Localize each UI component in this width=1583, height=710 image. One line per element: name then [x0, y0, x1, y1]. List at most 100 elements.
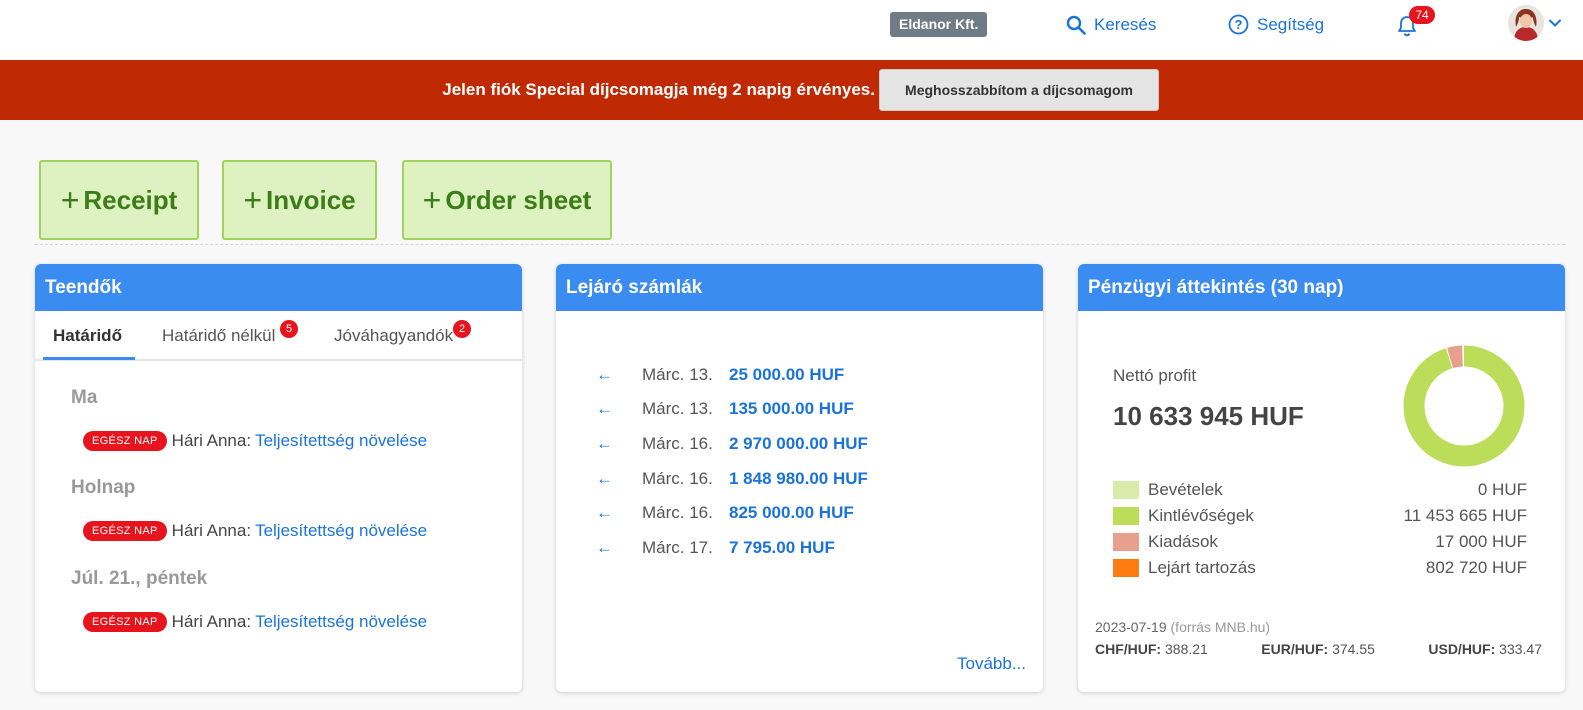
- tab-label: Határidő: [53, 326, 122, 345]
- todo-item: EGÉSZ NAP Hári Anna: Teljesítettség növe…: [83, 521, 427, 541]
- invoice-date: Márc. 17.: [642, 538, 713, 557]
- chevron-down-icon: [1549, 19, 1561, 27]
- rate-usd: USD/HUF: 333.47: [1428, 641, 1542, 657]
- finance-overview-card: Pénzügyi áttekintés (30 nap) Nettó profi…: [1078, 264, 1565, 692]
- invoice-row: ← Márc. 17. 7 795.00 HUF: [596, 536, 835, 560]
- section-divider: [35, 244, 1565, 245]
- notifications-button[interactable]: 74: [1395, 6, 1435, 40]
- legend-label: Lejárt tartozás: [1148, 558, 1256, 577]
- new-order-sheet-button[interactable]: + Order sheet: [402, 160, 612, 240]
- legend-label: Bevételek: [1148, 480, 1223, 499]
- net-profit-value: 10 633 945 HUF: [1113, 401, 1304, 431]
- extend-subscription-button[interactable]: Meghosszabbítom a díjcsomagom: [879, 69, 1159, 111]
- subscription-banner: Jelen fiók Special díjcsomagja még 2 nap…: [0, 60, 1583, 120]
- svg-text:?: ?: [1235, 17, 1243, 32]
- user-menu[interactable]: [1508, 5, 1563, 41]
- search-link[interactable]: Keresés: [1066, 12, 1156, 37]
- avatar: [1508, 5, 1544, 41]
- donut-receivables-segment: [1403, 345, 1525, 467]
- search-label: Keresés: [1094, 14, 1157, 34]
- invoice-row: ← Márc. 16. 1 848 980.00 HUF: [596, 467, 868, 491]
- legend-row-income: Bevételek 0 HUF: [1113, 480, 1527, 500]
- banner-text: Jelen fiók Special díjcsomagja még 2 nap…: [442, 80, 875, 99]
- rate-value: 388.21: [1165, 641, 1208, 657]
- help-link[interactable]: ? Segítség: [1228, 12, 1324, 37]
- exchange-rate-date: 2023-07-19 (forrás MNB.hu): [1095, 619, 1270, 635]
- rate-value: 333.47: [1499, 641, 1542, 657]
- search-icon: [1066, 15, 1086, 35]
- plus-icon: +: [243, 182, 263, 218]
- tab-deadline[interactable]: Határidő: [53, 326, 122, 346]
- new-order-sheet-label: Order sheet: [445, 184, 592, 215]
- rate-date-value: 2023-07-19: [1095, 619, 1167, 635]
- company-badge[interactable]: Eldanor Kft.: [890, 12, 988, 37]
- arrow-left-icon[interactable]: ←: [596, 538, 618, 558]
- new-invoice-button[interactable]: + Invoice: [222, 160, 377, 240]
- tab-count-badge: 2: [453, 320, 471, 338]
- more-invoices-link[interactable]: Tovább...: [957, 654, 1026, 674]
- day-heading: Júl. 21., péntek: [71, 568, 208, 589]
- legend-row-receivables: Kintlévőségek 11 453 665 HUF: [1113, 506, 1527, 526]
- invoice-amount[interactable]: 7 795.00 HUF: [729, 538, 835, 558]
- invoice-amount[interactable]: 25 000.00 HUF: [729, 365, 844, 385]
- legend-row-overdue: Lejárt tartozás 802 720 HUF: [1113, 558, 1527, 578]
- invoice-amount[interactable]: 2 970 000.00 HUF: [729, 434, 868, 454]
- arrow-left-icon[interactable]: ←: [596, 469, 618, 489]
- help-label: Segítség: [1257, 14, 1325, 34]
- active-tab-indicator: [43, 357, 135, 360]
- arrow-left-icon[interactable]: ←: [596, 503, 618, 523]
- legend-swatch: [1113, 507, 1139, 525]
- legend-value: 11 453 665 HUF: [1403, 506, 1527, 525]
- top-bar: Eldanor Kft. Keresés ? Segítség 74: [0, 0, 1583, 60]
- todo-task-link[interactable]: Teljesítettség növelése: [255, 521, 427, 541]
- rate-pair: CHF/HUF:: [1095, 641, 1162, 657]
- invoice-amount[interactable]: 135 000.00 HUF: [729, 399, 854, 419]
- day-heading: Ma: [71, 387, 98, 408]
- arrow-left-icon[interactable]: ←: [596, 434, 618, 454]
- invoice-date: Márc. 16.: [642, 469, 713, 488]
- tab-no-deadline[interactable]: Határidő nélkül 5: [162, 320, 298, 346]
- new-receipt-label: Receipt: [83, 184, 178, 215]
- todo-item: EGÉSZ NAP Hári Anna: Teljesítettség növe…: [83, 431, 427, 451]
- tab-label: Jóváhagyandók: [334, 326, 454, 345]
- new-receipt-button[interactable]: + Receipt: [39, 160, 199, 240]
- invoice-date: Márc. 16.: [642, 434, 713, 453]
- legend-value: 17 000 HUF: [1435, 532, 1527, 551]
- invoice-amount[interactable]: 825 000.00 HUF: [729, 503, 854, 523]
- invoice-date: Márc. 13.: [642, 365, 713, 384]
- todo-item: EGÉSZ NAP Hári Anna: Teljesítettség növe…: [83, 612, 427, 632]
- plus-icon: +: [60, 182, 80, 218]
- invoice-row: ← Márc. 16. 825 000.00 HUF: [596, 501, 854, 525]
- rate-eur: EUR/HUF: 374.55: [1261, 641, 1375, 657]
- invoice-date: Márc. 13.: [642, 399, 713, 418]
- rate-chf: CHF/HUF: 388.21: [1095, 641, 1208, 657]
- legend-label: Kiadások: [1148, 532, 1218, 551]
- legend-swatch: [1113, 481, 1139, 499]
- legend-label: Kintlévőségek: [1148, 506, 1254, 525]
- invoices-card-title: Lejáró számlák: [556, 264, 1043, 311]
- legend-value: 0 HUF: [1477, 480, 1527, 499]
- rate-value: 374.55: [1332, 641, 1375, 657]
- arrow-left-icon[interactable]: ←: [596, 365, 618, 385]
- invoice-row: ← Márc. 16. 2 970 000.00 HUF: [596, 432, 868, 456]
- legend-swatch: [1113, 559, 1139, 577]
- todo-task-link[interactable]: Teljesítettség növelése: [255, 612, 427, 632]
- notification-count-badge: 74: [1409, 6, 1435, 24]
- todo-person: Hári Anna:: [171, 612, 252, 631]
- legend-value: 802 720 HUF: [1425, 558, 1527, 577]
- todo-task-link[interactable]: Teljesítettség növelése: [255, 431, 427, 451]
- finance-card-title: Pénzügyi áttekintés (30 nap): [1078, 264, 1565, 311]
- invoice-amount[interactable]: 1 848 980.00 HUF: [729, 469, 868, 489]
- rate-pair: USD/HUF:: [1428, 641, 1496, 657]
- arrow-left-icon[interactable]: ←: [596, 399, 618, 419]
- invoice-row: ← Márc. 13. 135 000.00 HUF: [596, 397, 854, 421]
- todo-card: Teendők Határidő Határidő nélkül 5 Jóváh…: [35, 264, 522, 692]
- invoice-date: Márc. 16.: [642, 503, 713, 522]
- todo-person: Hári Anna:: [171, 521, 252, 540]
- all-day-badge: EGÉSZ NAP: [83, 431, 167, 451]
- expiring-invoices-card: Lejáró számlák ← Márc. 13. 25 000.00 HUF…: [556, 264, 1043, 692]
- net-profit-label: Nettó profit: [1113, 366, 1197, 385]
- todo-person: Hári Anna:: [171, 431, 252, 450]
- tab-approvals[interactable]: Jóváhagyandók 2: [334, 320, 471, 346]
- legend-row-expenses: Kiadások 17 000 HUF: [1113, 532, 1527, 552]
